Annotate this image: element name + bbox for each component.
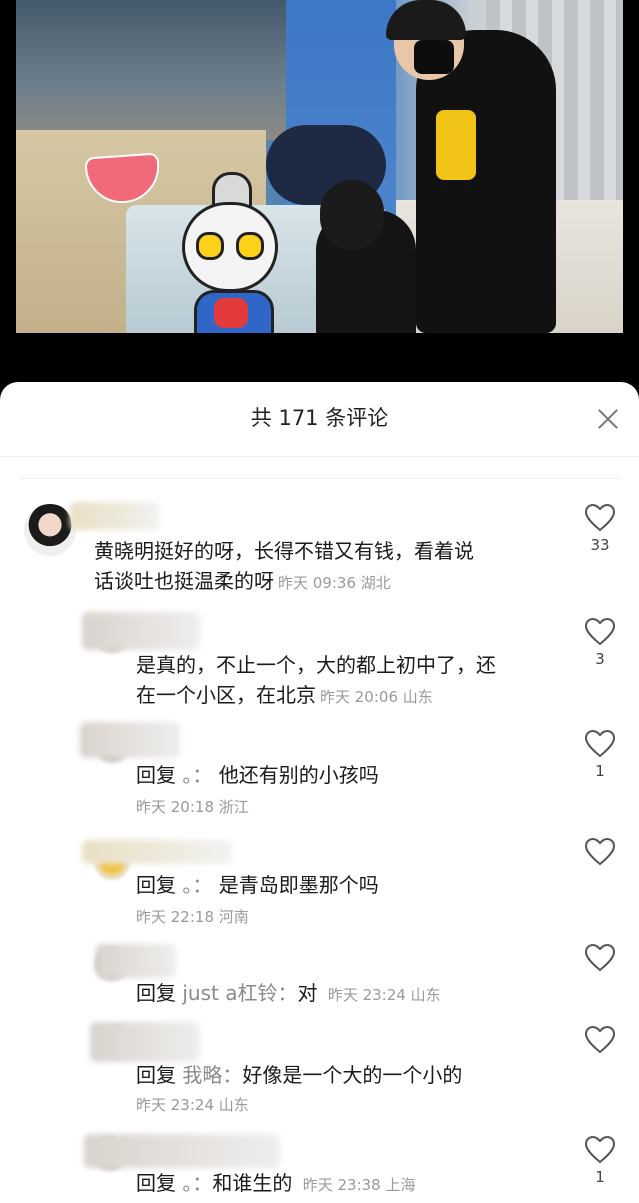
- comment-meta: 昨天 20:18 浙江: [136, 798, 249, 816]
- like-count: 1: [595, 762, 605, 780]
- username-blurred[interactable]: [84, 1134, 280, 1168]
- heart-outline-icon: [585, 730, 615, 758]
- comment-meta: 昨天 22:18 河南: [136, 908, 249, 926]
- like-button[interactable]: 1: [583, 1136, 617, 1186]
- comment-count-title: 共 171 条评论: [250, 406, 389, 430]
- comment-text[interactable]: 黄晓明挺好的呀，长得不错又有钱，看着说 话谈吐也挺温柔的呀 昨天 09:36 湖北: [94, 536, 554, 598]
- comment-text[interactable]: 回复 。： 他还有别的小孩吗: [136, 760, 566, 790]
- like-count: 33: [590, 536, 610, 554]
- heart-outline-icon: [585, 504, 615, 532]
- sheet-header: 共 171 条评论: [0, 382, 639, 457]
- cartoon-sticker: [174, 172, 284, 333]
- comment-text[interactable]: 回复 我略：好像是一个大的一个小的: [136, 1060, 596, 1090]
- comments-sheet: 共 171 条评论 黄晓明挺好的呀，长得不错又有钱，看着说 话谈吐也挺温柔的呀昨…: [0, 382, 639, 1203]
- username-blurred[interactable]: [90, 1022, 200, 1062]
- comment-text[interactable]: 回复 。：和谁生的 昨天 23:38 上海: [136, 1168, 606, 1200]
- username-blurred[interactable]: [70, 502, 160, 530]
- username-blurred[interactable]: [80, 722, 180, 758]
- comment-text[interactable]: 回复 。： 是青岛即墨那个吗: [136, 870, 566, 900]
- username-blurred[interactable]: [82, 840, 232, 864]
- heart-outline-icon: [585, 1026, 615, 1054]
- close-icon[interactable]: [595, 406, 621, 432]
- comment-meta: 昨天 23:38 上海: [302, 1176, 416, 1194]
- like-count: 3: [595, 650, 605, 668]
- heart-outline-icon: [585, 838, 615, 866]
- avatar[interactable]: [24, 504, 76, 556]
- like-button[interactable]: [583, 944, 617, 976]
- comment-meta: 昨天 23:24 山东: [136, 1096, 249, 1114]
- comment-meta: 昨天 23:24 山东: [327, 986, 441, 1004]
- like-count: 1: [595, 1168, 605, 1186]
- divider: [20, 478, 619, 479]
- heart-outline-icon: [585, 1136, 615, 1164]
- comment-meta: 昨天 20:06 山东: [320, 688, 433, 706]
- heart-outline-icon: [585, 944, 615, 972]
- video-player[interactable]: [0, 0, 639, 385]
- comment-text[interactable]: 是真的，不止一个，大的都上初中了，还 在一个小区，在北京 昨天 20:06 山东: [136, 650, 566, 712]
- username-blurred[interactable]: [82, 612, 200, 650]
- like-button[interactable]: 3: [583, 618, 617, 668]
- username-blurred[interactable]: [96, 944, 176, 978]
- video-frame: [16, 0, 623, 333]
- like-button[interactable]: 33: [583, 504, 617, 554]
- comment-text[interactable]: 回复 just a杠铃：对 昨天 23:24 山东: [136, 978, 596, 1010]
- like-button[interactable]: 1: [583, 730, 617, 780]
- comment-meta: 昨天 09:36 湖北: [278, 574, 391, 592]
- like-button[interactable]: [583, 838, 617, 870]
- heart-outline-icon: [585, 618, 615, 646]
- like-button[interactable]: [583, 1026, 617, 1058]
